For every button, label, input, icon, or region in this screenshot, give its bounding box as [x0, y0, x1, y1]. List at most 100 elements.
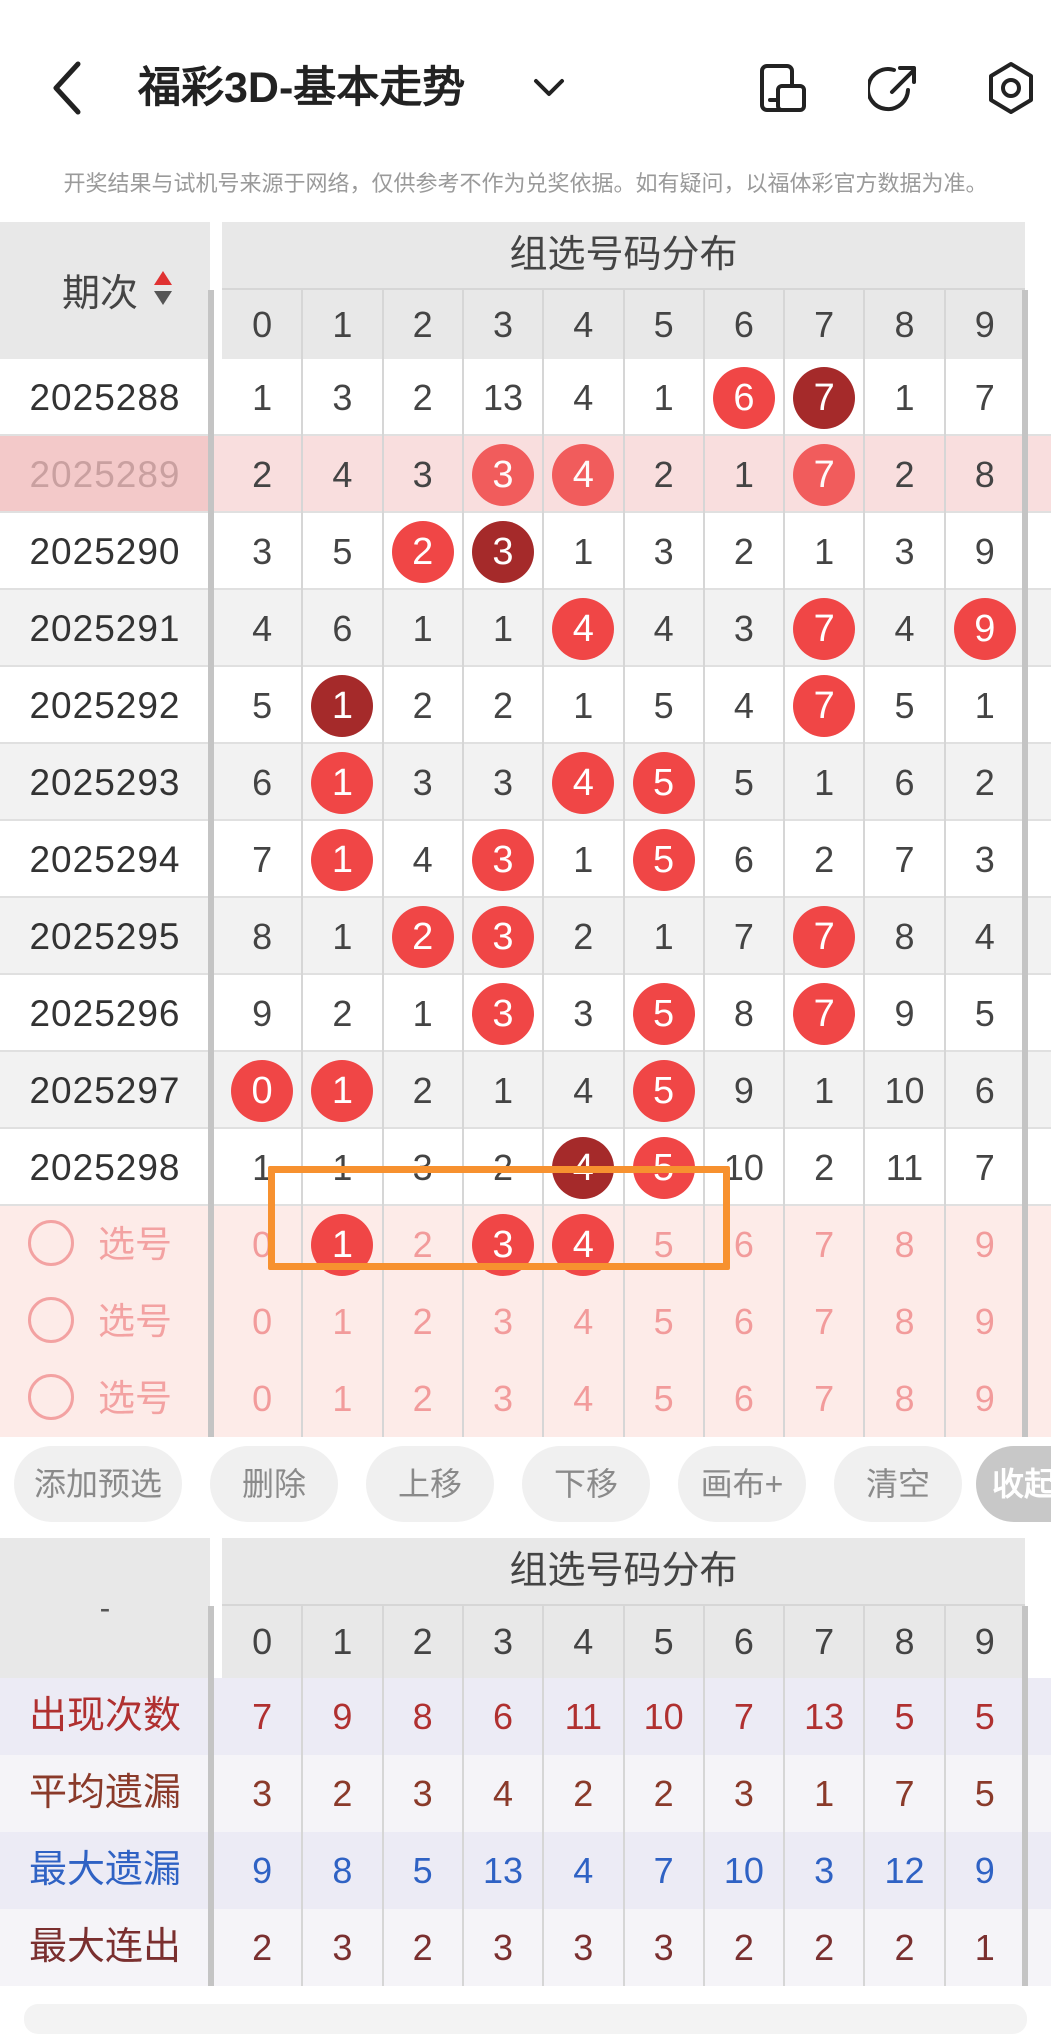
column-separator: [1022, 1283, 1028, 1360]
drawn-number-ball: 1: [311, 828, 374, 891]
grid-line: [702, 1283, 705, 1360]
pick-digit-8[interactable]: 8: [864, 1360, 944, 1437]
trend-cell: 5: [624, 975, 704, 1052]
grid-line: [381, 1360, 384, 1437]
pick-digit-8[interactable]: 8: [864, 1283, 944, 1360]
pick-digit-3[interactable]: 3: [463, 1360, 543, 1437]
pick-digit-2[interactable]: 2: [383, 1283, 463, 1360]
grid-line: [863, 898, 866, 975]
pick-digit-3[interactable]: 3: [463, 1283, 543, 1360]
pick-digit-7[interactable]: 7: [784, 1206, 864, 1283]
drawn-number-ball: 7: [793, 597, 856, 660]
pick-digit-9[interactable]: 9: [945, 1206, 1025, 1283]
grid-line: [622, 359, 625, 436]
digit-header-1[interactable]: 1: [302, 290, 383, 359]
grid-line: [622, 1832, 625, 1909]
trend-cell: 2: [573, 916, 594, 957]
digit-header-1[interactable]: 1: [302, 1606, 383, 1678]
pick-digit-9[interactable]: 9: [945, 1283, 1025, 1360]
digit-header-3[interactable]: 3: [462, 290, 544, 359]
pick-digit-0[interactable]: 0: [222, 1283, 302, 1360]
digit-header-9[interactable]: 9: [944, 290, 1025, 359]
table-row[interactable]: 2025292 5 1 2 2 1 5 4 7 5 1: [0, 667, 1051, 744]
pick-row[interactable]: 选号 0 1 2 3 4 5 6 7 8 9: [0, 1360, 1051, 1437]
add-preselect-button[interactable]: 添加预选: [14, 1446, 182, 1522]
move-up-button[interactable]: 上移: [366, 1446, 494, 1522]
grid-line: [622, 513, 625, 590]
page-title[interactable]: 福彩3D-基本走势: [138, 58, 465, 118]
table-row[interactable]: 2025293 6 1 3 3 4 5 5 1 6 2: [0, 744, 1051, 821]
digit-header-4[interactable]: 4: [543, 1606, 624, 1678]
digit-header-6[interactable]: 6: [703, 290, 784, 359]
pick-digit-5[interactable]: 5: [624, 1283, 704, 1360]
digit-header-3[interactable]: 3: [462, 1606, 544, 1678]
grid-line: [783, 290, 786, 359]
pick-digit-8[interactable]: 8: [864, 1206, 944, 1283]
grid-line: [943, 1909, 946, 1986]
digit-header-4[interactable]: 4: [543, 290, 624, 359]
pick-digit-2[interactable]: 2: [383, 1360, 463, 1437]
pick-digit-9[interactable]: 9: [945, 1360, 1025, 1437]
pick-digit-4[interactable]: 4: [543, 1360, 623, 1437]
trend-cell: 1: [894, 377, 915, 418]
drawn-number-ball: 7: [793, 982, 856, 1045]
table-row[interactable]: 2025290 3 5 2 3 1 3 2 1 3 9: [0, 513, 1051, 590]
pick-radio[interactable]: [28, 1297, 74, 1343]
drawn-number-ball: 3: [471, 828, 534, 891]
pick-digit-6[interactable]: 6: [704, 1283, 784, 1360]
digit-header-5[interactable]: 5: [623, 1606, 704, 1678]
column-separator: [1022, 821, 1028, 898]
share-icon[interactable]: [868, 60, 922, 116]
collapse-button[interactable]: 收起: [976, 1446, 1051, 1522]
pick-digit-4[interactable]: 4: [543, 1283, 623, 1360]
pick-digit-6[interactable]: 6: [704, 1360, 784, 1437]
digit-header-7[interactable]: 7: [784, 1606, 865, 1678]
move-down-button[interactable]: 下移: [522, 1446, 650, 1522]
trend-cell: 10: [884, 1070, 925, 1111]
digit-header-8[interactable]: 8: [864, 1606, 945, 1678]
digit-header-6[interactable]: 6: [703, 1606, 784, 1678]
table-row[interactable]: 2025297 0 1 2 1 4 5 9 1 10 6: [0, 1052, 1051, 1129]
digit-header-0[interactable]: 0: [222, 1606, 303, 1678]
grid-line: [381, 975, 384, 1052]
pick-digit-7[interactable]: 7: [784, 1283, 864, 1360]
pick-radio[interactable]: [28, 1220, 74, 1266]
digit-header-8[interactable]: 8: [864, 290, 945, 359]
pick-row[interactable]: 选号 0 1 2 3 4 5 6 7 8 9: [0, 1283, 1051, 1360]
digit-header-9[interactable]: 9: [944, 1606, 1025, 1678]
stats-cell: 9: [252, 1850, 273, 1891]
digit-header-0[interactable]: 0: [222, 290, 303, 359]
chevron-down-icon[interactable]: [532, 72, 566, 102]
column-separator: [1022, 744, 1028, 821]
layout-toggle-icon[interactable]: [756, 60, 810, 116]
grid-line: [301, 1909, 304, 1986]
table-row[interactable]: 2025295 8 1 2 3 2 1 7 7 8 4: [0, 898, 1051, 975]
table-row[interactable]: 2025289 2 4 3 3 4 2 1 7 2 8: [0, 436, 1051, 513]
settings-hexagon-icon[interactable]: [984, 60, 1038, 116]
grid-line: [542, 513, 545, 590]
delete-button[interactable]: 删除: [210, 1446, 338, 1522]
issue-number: 2025292: [29, 685, 181, 726]
pick-digit-7[interactable]: 7: [784, 1360, 864, 1437]
canvas-add-button[interactable]: 画布+: [678, 1446, 806, 1522]
issue-number: 2025298: [29, 1147, 181, 1188]
pick-digit-5[interactable]: 5: [624, 1360, 704, 1437]
grid-line: [783, 359, 786, 436]
digit-header-5[interactable]: 5: [623, 290, 704, 359]
digit-header-2[interactable]: 2: [382, 1606, 463, 1678]
digit-header-7[interactable]: 7: [784, 290, 865, 359]
pick-radio[interactable]: [28, 1374, 74, 1420]
drawn-number-ball: 4: [552, 443, 615, 506]
pick-digit-1[interactable]: 1: [302, 1283, 382, 1360]
table-row[interactable]: 2025296 9 2 1 3 3 5 8 7 9 5: [0, 975, 1051, 1052]
table-row[interactable]: 2025291 4 6 1 1 4 4 3 7 4 9: [0, 590, 1051, 667]
clear-button[interactable]: 清空: [834, 1446, 962, 1522]
table-row[interactable]: 2025288 1 3 2 13 4 1 6 7 1 7: [0, 359, 1051, 436]
grid-line: [783, 975, 786, 1052]
grid-line: [702, 667, 705, 744]
table-row[interactable]: 2025294 7 1 4 3 1 5 6 2 7 3: [0, 821, 1051, 898]
digit-header-2[interactable]: 2: [382, 290, 463, 359]
back-arrow-icon[interactable]: [48, 58, 88, 118]
pick-digit-1[interactable]: 1: [302, 1360, 382, 1437]
pick-digit-0[interactable]: 0: [222, 1360, 302, 1437]
